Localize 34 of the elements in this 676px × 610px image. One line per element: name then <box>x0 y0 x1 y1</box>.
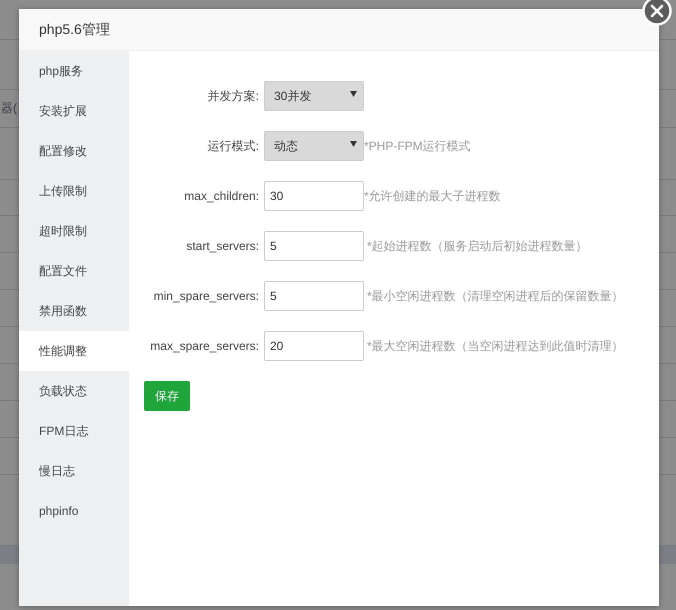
field-label: max_children: <box>183 189 260 203</box>
sidebar-item[interactable]: 超时限制 <box>19 211 129 251</box>
select-field[interactable]: 30并发 <box>264 81 364 111</box>
sidebar-item[interactable]: php服务 <box>19 51 129 91</box>
sidebar-item[interactable]: 慢日志 <box>19 451 129 491</box>
sidebar-item[interactable]: phpinfo <box>19 491 129 531</box>
sidebar-item[interactable]: 性能调整 <box>19 331 129 371</box>
field-label: max_spare_servers: <box>149 339 260 353</box>
field-label: 运行模式: <box>206 138 260 154</box>
sidebar-item[interactable]: 禁用函数 <box>19 291 129 331</box>
input-field[interactable]: 20 <box>264 331 364 361</box>
sidebar-item[interactable]: 配置修改 <box>19 131 129 171</box>
input-field[interactable]: 5 <box>264 231 364 261</box>
input-field[interactable]: 5 <box>264 281 364 311</box>
cut-text: 器( <box>1 100 17 117</box>
sidebar-item[interactable]: 负载状态 <box>19 371 129 411</box>
hint-text: *最大空闲进程数（当空闲进程达到此值时清理） <box>367 338 624 354</box>
input-field[interactable]: 30 <box>264 181 364 211</box>
sidebar-item[interactable]: FPM日志 <box>19 411 129 451</box>
caret-icon <box>350 91 357 97</box>
dialog-title: php5.6管理 <box>39 20 110 38</box>
sidebar-item[interactable]: 配置文件 <box>19 251 129 291</box>
close-icon[interactable] <box>642 0 672 26</box>
field-label: min_spare_servers: <box>152 289 260 303</box>
hint-text: *最小空闲进程数（清理空闲进程后的保留数量） <box>367 288 624 304</box>
sidebar-item[interactable]: 安装扩展 <box>19 91 129 131</box>
hint-text: *PHP-FPM运行模式 <box>364 138 471 154</box>
caret-icon <box>350 141 357 147</box>
hint-text: *允许创建的最大子进程数 <box>364 188 501 204</box>
sidebar-item[interactable]: 上传限制 <box>19 171 129 211</box>
select-field[interactable]: 动态 <box>264 131 364 161</box>
field-label: 并发方案: <box>206 88 260 104</box>
field-label: start_servers: <box>185 239 260 253</box>
hint-text: *起始进程数（服务启动后初始进程数量） <box>367 238 588 254</box>
